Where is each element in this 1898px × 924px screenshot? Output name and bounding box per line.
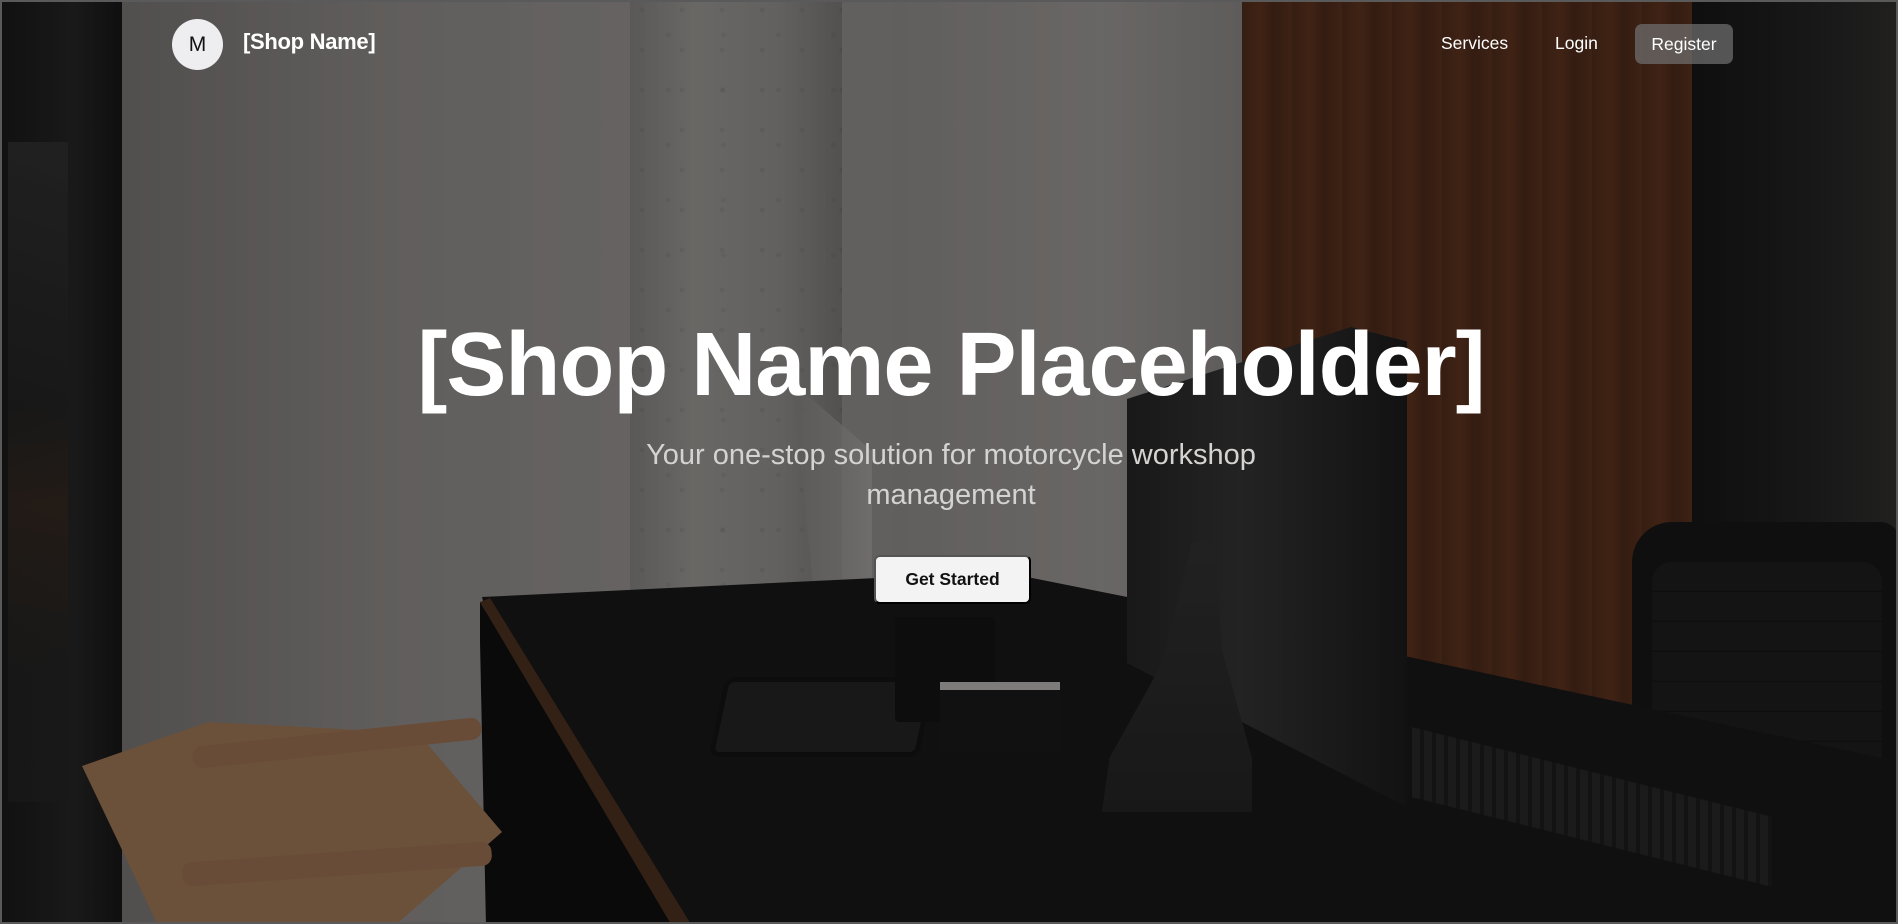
hero-title: [Shop Name Placeholder]	[417, 315, 1485, 415]
brand-name[interactable]: [Shop Name]	[243, 29, 376, 55]
register-button[interactable]: Register	[1635, 24, 1733, 64]
nav-link-services[interactable]: Services	[1441, 33, 1508, 54]
page: M [Shop Name] Services Login Register [S…	[0, 0, 1898, 924]
logo-avatar[interactable]: M	[172, 19, 223, 70]
nav-link-login[interactable]: Login	[1555, 33, 1598, 54]
get-started-button[interactable]: Get Started	[874, 555, 1031, 604]
navbar: M [Shop Name] Services Login Register	[2, 2, 1896, 88]
hero-subtitle: Your one-stop solution for motorcycle wo…	[646, 439, 1256, 511]
